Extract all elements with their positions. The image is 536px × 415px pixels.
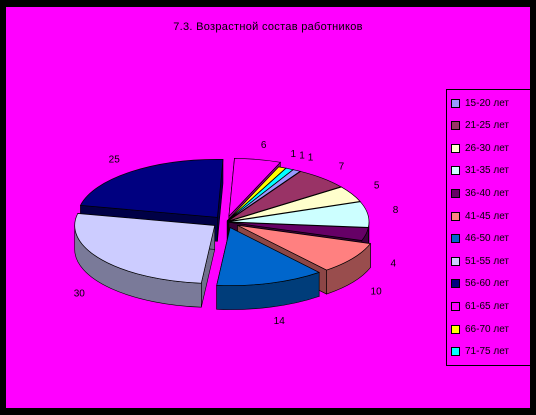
legend-swatch [451,143,460,153]
legend-label: 26-30 лет [465,142,509,154]
chart-area: 7.3. Возрастной состав работников 175841… [6,7,531,408]
data-label: 30 [74,289,86,300]
legend-swatch [451,279,460,289]
data-label: 5 [374,180,380,191]
legend-swatch [451,121,460,131]
data-label: 6 [261,140,267,151]
legend-swatch [451,347,460,357]
legend-item: 71-75 лет [451,345,509,359]
legend-item: 61-65 лет [451,299,509,313]
data-label: 14 [274,316,286,327]
data-label: 25 [109,154,121,165]
legend-item: 66-70 лет [451,322,509,336]
data-label: 1 [291,149,297,160]
legend-label: 66-70 лет [465,323,509,335]
legend-label: 15-20 лет [465,97,509,109]
legend-swatch [451,166,460,176]
legend-label: 46-50 лет [465,233,509,245]
pie-slice [74,213,216,308]
data-label: 1 [308,152,314,163]
legend-swatch [451,324,460,334]
legend-label: 61-65 лет [465,300,509,312]
data-label: 1 [299,151,305,162]
data-label: 8 [393,205,399,216]
legend-item: 36-40 лет [451,186,509,200]
legend-item: 46-50 лет [451,232,509,246]
legend-label: 56-60 лет [465,278,509,290]
legend-swatch [451,188,460,198]
legend-label: 41-45 лет [465,210,509,222]
legend-item: 31-35 лет [451,164,509,178]
legend-item: 51-55 лет [451,254,509,268]
legend-item: 41-45 лет [451,209,509,223]
legend-label: 21-25 лет [465,120,509,132]
legend-item: 21-25 лет [451,119,509,133]
data-label: 10 [371,287,383,298]
legend-item: 26-30 лет [451,141,509,155]
chart-legend: 15-20 лет 21-25 лет 26-30 лет 31-35 лет 36-4… [446,89,531,366]
legend-label: 71-75 лет [465,346,509,358]
legend-label: 31-35 лет [465,165,509,177]
legend-swatch [451,211,460,221]
legend-label: 36-40 лет [465,187,509,199]
legend-swatch [451,256,460,266]
legend-item: 15-20 лет [451,96,509,110]
legend-label: 51-55 лет [465,255,509,267]
data-label: 7 [339,162,345,173]
legend-swatch [451,234,460,244]
data-label: 4 [391,259,397,270]
legend-item: 56-60 лет [451,277,509,291]
legend-swatch [451,301,460,311]
legend-swatch [451,98,460,108]
